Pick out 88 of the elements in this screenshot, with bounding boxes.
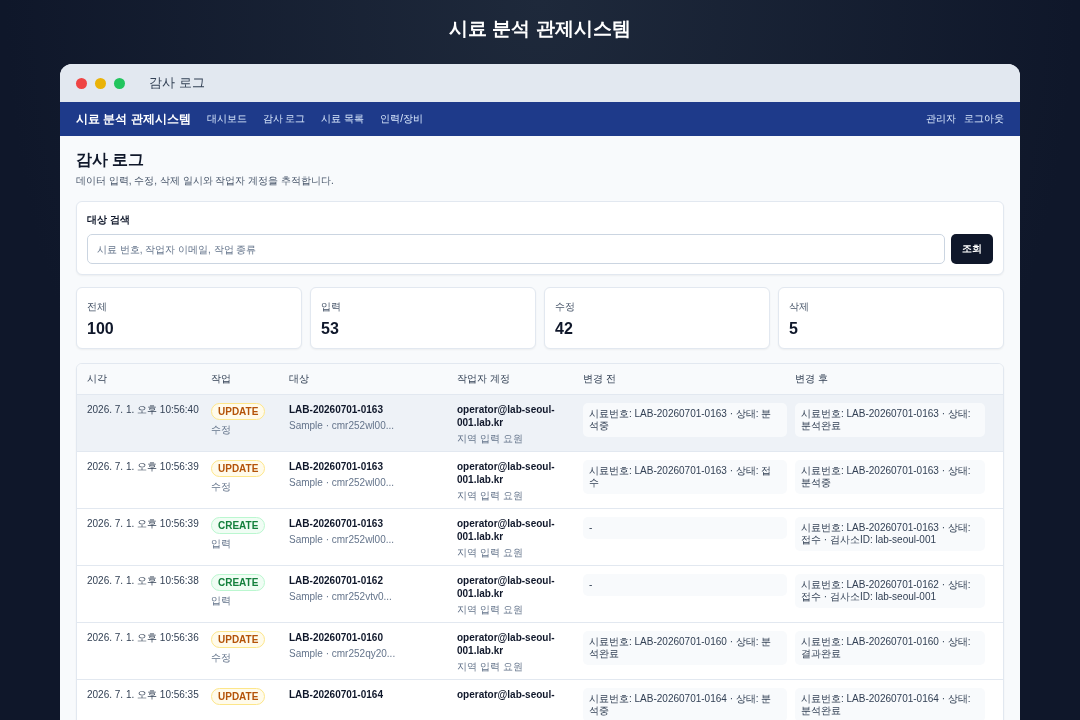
action-badge: UPDATE — [211, 460, 266, 477]
target-id: LAB-20260701-0160 — [289, 631, 383, 644]
nav-link[interactable]: 시료 목록 — [321, 112, 365, 126]
after-value: 시료번호: LAB-20260701-0163 · 상태: 분석중 — [795, 460, 985, 494]
time-cell: 2026. 7. 1. 오후 10:56:38 — [87, 574, 199, 588]
target-id: LAB-20260701-0163 — [289, 517, 383, 530]
target-detail: Sample · cmr252wl00... — [289, 477, 395, 489]
page-subtitle: 데이터 입력, 수정, 삭제 일시와 작업자 계정을 추적합니다. — [76, 175, 335, 187]
target-id: LAB-20260701-0164 — [289, 688, 383, 701]
action-label: 수정 — [211, 481, 231, 493]
account-email: operator@lab-seoul-001.lab.kr — [457, 631, 556, 657]
stat-label: 삭제 — [789, 300, 809, 314]
action-badge: CREATE — [211, 574, 266, 591]
minimize-icon[interactable] — [95, 77, 106, 89]
before-value: - — [583, 517, 787, 539]
table-row[interactable]: 2026. 7. 1. 오후 10:56:39 UPDATE 수정 LAB-20260701-0163 Sample · cmr252wl00... operator@lab-seoul-001.lab.kr 지역 입력 요원 시료번호: LAB-20260701-0163 · 상태: 접수 시료번호: LAB-20260701-0163 · 상태: 분석중 — [77, 452, 1003, 509]
action-badge: CREATE — [211, 517, 266, 534]
target-detail: Sample · cmr252qy20... — [289, 648, 396, 660]
account-email: operator@lab-seoul- — [457, 688, 555, 701]
stat-label: 전체 — [87, 300, 107, 314]
target-detail: Sample · cmr252wl00... — [289, 420, 395, 432]
user-link[interactable]: 관리자 — [926, 112, 956, 126]
stat-value: 100 — [87, 320, 114, 338]
close-icon[interactable] — [76, 77, 87, 89]
action-label: 입력 — [211, 595, 231, 607]
account-role: 지역 입력 요원 — [457, 547, 523, 559]
before-value: 시료번호: LAB-20260701-0163 · 상태: 접수 — [583, 460, 787, 494]
action-badge: UPDATE — [211, 631, 266, 648]
after-value: 시료번호: LAB-20260701-0162 · 상태: 접수 · 검사소ID: lab-seoul-001 — [795, 574, 985, 608]
time-cell: 2026. 7. 1. 오후 10:56:39 — [87, 517, 199, 531]
maximize-icon[interactable] — [114, 77, 125, 89]
after-value: 시료번호: LAB-20260701-0163 · 상태: 분석완료 — [795, 403, 985, 437]
account-email: operator@lab-seoul-001.lab.kr — [457, 517, 556, 543]
window-title: 감사 로그 — [149, 74, 205, 92]
table-row[interactable]: 2026. 7. 1. 오후 10:56:39 CREATE 입력 LAB-20260701-0163 Sample · cmr252wl00... operator@lab-seoul-001.lab.kr 지역 입력 요원 - 시료번호: LAB-20260701-0163 · 상태: 접수 · 검사소ID: lab-seoul-001 — [77, 509, 1003, 566]
after-value: 시료번호: LAB-20260701-0160 · 상태: 결과완료 — [795, 631, 985, 665]
column-header: 변경 전 — [583, 372, 617, 386]
brand: 시료 분석 관제시스템 — [76, 110, 191, 128]
column-header: 변경 후 — [795, 372, 829, 386]
time-cell: 2026. 7. 1. 오후 10:56:35 — [87, 688, 199, 702]
action-label: 수정 — [211, 424, 231, 436]
target-id: LAB-20260701-0163 — [289, 403, 383, 416]
account-email: operator@lab-seoul-001.lab.kr — [457, 574, 556, 600]
table-row[interactable]: 2026. 7. 1. 오후 10:56:36 UPDATE 수정 LAB-20260701-0160 Sample · cmr252qy20... operator@lab-seoul-001.lab.kr 지역 입력 요원 시료번호: LAB-20260701-0160 · 상태: 분석완료 시료번호: LAB-20260701-0160 · 상태: 결과완료 — [77, 623, 1003, 680]
page-heading: 감사 로그 — [76, 150, 146, 169]
logout-link[interactable]: 로그아웃 — [964, 112, 1004, 126]
stat-value: 42 — [555, 320, 573, 338]
column-header: 작업자 계정 — [457, 372, 511, 386]
search-label: 대상 검색 — [87, 214, 131, 226]
account-role: 지역 입력 요원 — [457, 604, 523, 616]
before-value: - — [583, 574, 787, 596]
search-button[interactable]: 조회 — [951, 234, 993, 264]
stat-label: 입력 — [321, 300, 341, 314]
after-value: 시료번호: LAB-20260701-0164 · 상태: 분석완료 — [795, 688, 985, 720]
column-header: 대상 — [289, 372, 310, 386]
column-header: 시각 — [87, 372, 108, 386]
action-label: 입력 — [211, 538, 231, 550]
column-header: 작업 — [211, 372, 232, 386]
before-value: 시료번호: LAB-20260701-0163 · 상태: 분석중 — [583, 403, 787, 437]
stat-label: 수정 — [555, 300, 575, 314]
nav-link[interactable]: 감사 로그 — [262, 112, 306, 126]
time-cell: 2026. 7. 1. 오후 10:56:36 — [87, 631, 199, 645]
account-email: operator@lab-seoul-001.lab.kr — [457, 403, 556, 429]
stat-value: 5 — [789, 320, 798, 338]
table-row[interactable]: 2026. 7. 1. 오후 10:56:40 UPDATE 수정 LAB-20260701-0163 Sample · cmr252wl00... operator@lab-seoul-001.lab.kr 지역 입력 요원 시료번호: LAB-20260701-0163 · 상태: 분석중 시료번호: LAB-20260701-0163 · 상태: 분석완료 — [77, 395, 1003, 452]
before-value: 시료번호: LAB-20260701-0160 · 상태: 분석완료 — [583, 631, 787, 665]
page-title: 시료 분석 관제시스템 — [449, 17, 631, 41]
nav-link[interactable]: 대시보드 — [206, 112, 247, 126]
stat-value: 53 — [321, 320, 339, 338]
nav-link[interactable]: 인력/장비 — [380, 112, 423, 126]
action-label: 수정 — [211, 652, 231, 664]
table-row[interactable]: 2026. 7. 1. 오후 10:56:35 UPDATE LAB-20260701-0164 operator@lab-seoul- 시료번호: LAB-20260701-0164 · 상태: 분석중 시료번호: LAB-20260701-0164 · 상태: 분석완료 — [77, 680, 1003, 720]
table-row[interactable]: 2026. 7. 1. 오후 10:56:38 CREATE 입력 LAB-20260701-0162 Sample · cmr252vtv0... operator@lab-seoul-001.lab.kr 지역 입력 요원 - 시료번호: LAB-20260701-0162 · 상태: 접수 · 검사소ID: lab-seoul-001 — [77, 566, 1003, 623]
action-badge: UPDATE — [211, 688, 266, 705]
after-value: 시료번호: LAB-20260701-0163 · 상태: 접수 · 검사소ID: lab-seoul-001 — [795, 517, 985, 551]
account-role: 지역 입력 요원 — [457, 661, 523, 673]
before-value: 시료번호: LAB-20260701-0164 · 상태: 분석중 — [583, 688, 787, 720]
account-role: 지역 입력 요원 — [457, 433, 523, 445]
target-detail: Sample · cmr252vtv0... — [289, 591, 392, 603]
time-cell: 2026. 7. 1. 오후 10:56:40 — [87, 403, 199, 417]
account-role: 지역 입력 요원 — [457, 490, 523, 502]
account-email: operator@lab-seoul-001.lab.kr — [457, 460, 556, 486]
action-badge: UPDATE — [211, 403, 266, 420]
search-field[interactable]: 시료 번호, 작업자 이메일, 작업 종류 — [87, 234, 945, 264]
target-id: LAB-20260701-0163 — [289, 460, 383, 473]
time-cell: 2026. 7. 1. 오후 10:56:39 — [87, 460, 199, 474]
target-id: LAB-20260701-0162 — [289, 574, 383, 587]
target-detail: Sample · cmr252wl00... — [289, 534, 395, 546]
